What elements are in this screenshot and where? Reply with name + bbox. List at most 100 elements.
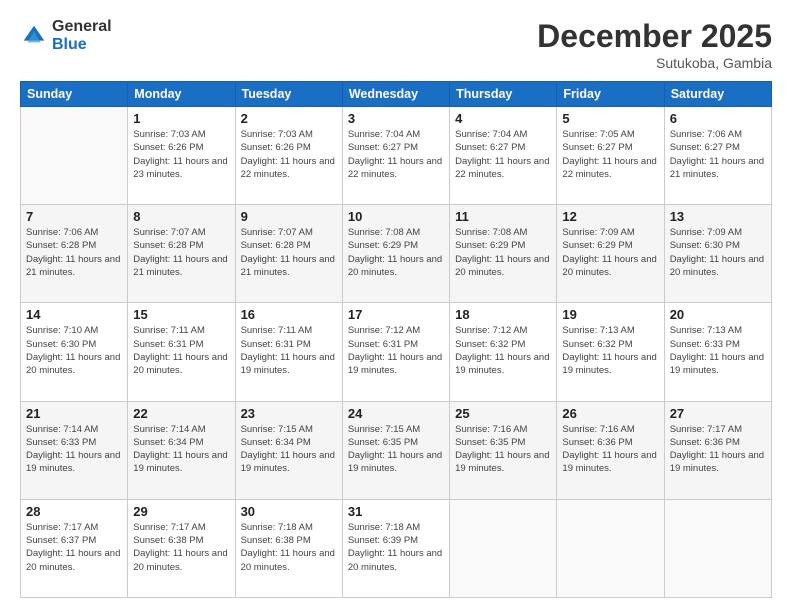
day-info: Sunrise: 7:04 AMSunset: 6:27 PMDaylight:… (455, 128, 551, 181)
calendar-week-row: 1 Sunrise: 7:03 AMSunset: 6:26 PMDaylight… (21, 107, 772, 205)
day-info: Sunrise: 7:15 AMSunset: 6:35 PMDaylight:… (348, 423, 444, 476)
day-number: 15 (133, 307, 229, 322)
calendar-cell: 15 Sunrise: 7:11 AMSunset: 6:31 PMDayligh… (128, 303, 235, 401)
col-wednesday: Wednesday (342, 82, 449, 107)
day-info: Sunrise: 7:04 AMSunset: 6:27 PMDaylight:… (348, 128, 444, 181)
day-info: Sunrise: 7:06 AMSunset: 6:27 PMDaylight:… (670, 128, 766, 181)
day-number: 4 (455, 111, 551, 126)
day-number: 8 (133, 209, 229, 224)
day-number: 6 (670, 111, 766, 126)
calendar-cell (557, 499, 664, 597)
calendar-week-row: 21 Sunrise: 7:14 AMSunset: 6:33 PMDayligh… (21, 401, 772, 499)
day-info: Sunrise: 7:11 AMSunset: 6:31 PMDaylight:… (241, 324, 337, 377)
day-number: 30 (241, 504, 337, 519)
calendar-cell: 24 Sunrise: 7:15 AMSunset: 6:35 PMDayligh… (342, 401, 449, 499)
day-number: 3 (348, 111, 444, 126)
calendar-cell: 14 Sunrise: 7:10 AMSunset: 6:30 PMDayligh… (21, 303, 128, 401)
calendar-cell: 25 Sunrise: 7:16 AMSunset: 6:35 PMDayligh… (450, 401, 557, 499)
day-number: 9 (241, 209, 337, 224)
day-number: 11 (455, 209, 551, 224)
day-info: Sunrise: 7:05 AMSunset: 6:27 PMDaylight:… (562, 128, 658, 181)
calendar-cell: 31 Sunrise: 7:18 AMSunset: 6:39 PMDayligh… (342, 499, 449, 597)
day-number: 26 (562, 406, 658, 421)
day-info: Sunrise: 7:13 AMSunset: 6:32 PMDaylight:… (562, 324, 658, 377)
calendar-cell: 20Sunrise: 7:13 AMSunset: 6:33 PMDayligh… (664, 303, 771, 401)
day-info: Sunrise: 7:17 AMSunset: 6:38 PMDaylight:… (133, 521, 229, 574)
day-info: Sunrise: 7:07 AMSunset: 6:28 PMDaylight:… (241, 226, 337, 279)
day-number: 16 (241, 307, 337, 322)
calendar-cell: 13 Sunrise: 7:09 AMSunset: 6:30 PMDayligh… (664, 205, 771, 303)
col-thursday: Thursday (450, 82, 557, 107)
day-info: Sunrise: 7:06 AMSunset: 6:28 PMDaylight:… (26, 226, 122, 279)
day-number: 31 (348, 504, 444, 519)
day-info: Sunrise: 7:16 AMSunset: 6:35 PMDaylight:… (455, 423, 551, 476)
calendar-cell: 18Sunrise: 7:12 AMSunset: 6:32 PMDayligh… (450, 303, 557, 401)
day-number: 24 (348, 406, 444, 421)
calendar-cell: 19 Sunrise: 7:13 AMSunset: 6:32 PMDayligh… (557, 303, 664, 401)
calendar-cell: 28 Sunrise: 7:17 AMSunset: 6:37 PMDayligh… (21, 499, 128, 597)
day-number: 19 (562, 307, 658, 322)
col-tuesday: Tuesday (235, 82, 342, 107)
day-number: 22 (133, 406, 229, 421)
day-info: Sunrise: 7:08 AMSunset: 6:29 PMDaylight:… (455, 226, 551, 279)
day-info: Sunrise: 7:17 AMSunset: 6:36 PMDaylight:… (670, 423, 766, 476)
calendar-cell: 29Sunrise: 7:17 AMSunset: 6:38 PMDayligh… (128, 499, 235, 597)
day-info: Sunrise: 7:14 AMSunset: 6:33 PMDaylight:… (26, 423, 122, 476)
logo-blue: Blue (52, 36, 112, 54)
day-info: Sunrise: 7:03 AMSunset: 6:26 PMDaylight:… (133, 128, 229, 181)
calendar-cell: 11 Sunrise: 7:08 AMSunset: 6:29 PMDayligh… (450, 205, 557, 303)
day-info: Sunrise: 7:13 AMSunset: 6:33 PMDaylight:… (670, 324, 766, 377)
calendar-table: Sunday Monday Tuesday Wednesday Thursday… (20, 81, 772, 598)
day-info: Sunrise: 7:07 AMSunset: 6:28 PMDaylight:… (133, 226, 229, 279)
day-number: 28 (26, 504, 122, 519)
col-monday: Monday (128, 82, 235, 107)
logo-general: General (52, 18, 112, 36)
calendar-cell (21, 107, 128, 205)
calendar-cell: 26 Sunrise: 7:16 AMSunset: 6:36 PMDayligh… (557, 401, 664, 499)
calendar-cell: 10 Sunrise: 7:08 AMSunset: 6:29 PMDayligh… (342, 205, 449, 303)
day-number: 23 (241, 406, 337, 421)
calendar-cell: 2 Sunrise: 7:03 AMSunset: 6:26 PMDaylight… (235, 107, 342, 205)
calendar-cell: 4 Sunrise: 7:04 AMSunset: 6:27 PMDaylight… (450, 107, 557, 205)
calendar-cell: 27 Sunrise: 7:17 AMSunset: 6:36 PMDayligh… (664, 401, 771, 499)
day-info: Sunrise: 7:09 AMSunset: 6:29 PMDaylight:… (562, 226, 658, 279)
calendar-week-row: 7Sunrise: 7:06 AMSunset: 6:28 PMDaylight… (21, 205, 772, 303)
day-number: 14 (26, 307, 122, 322)
logo: General Blue (20, 18, 112, 53)
day-number: 13 (670, 209, 766, 224)
day-info: Sunrise: 7:11 AMSunset: 6:31 PMDaylight:… (133, 324, 229, 377)
calendar-week-row: 14 Sunrise: 7:10 AMSunset: 6:30 PMDayligh… (21, 303, 772, 401)
month-title: December 2025 (537, 18, 772, 55)
day-number: 25 (455, 406, 551, 421)
title-area: December 2025 Sutukoba, Gambia (537, 18, 772, 71)
col-sunday: Sunday (21, 82, 128, 107)
page: General Blue December 2025 Sutukoba, Gam… (0, 0, 792, 612)
day-info: Sunrise: 7:09 AMSunset: 6:30 PMDaylight:… (670, 226, 766, 279)
day-number: 5 (562, 111, 658, 126)
calendar-cell: 30 Sunrise: 7:18 AMSunset: 6:38 PMDayligh… (235, 499, 342, 597)
day-info: Sunrise: 7:08 AMSunset: 6:29 PMDaylight:… (348, 226, 444, 279)
day-info: Sunrise: 7:12 AMSunset: 6:31 PMDaylight:… (348, 324, 444, 377)
logo-icon (20, 22, 48, 50)
day-number: 1 (133, 111, 229, 126)
day-number: 27 (670, 406, 766, 421)
header-row: Sunday Monday Tuesday Wednesday Thursday… (21, 82, 772, 107)
calendar-cell: 9 Sunrise: 7:07 AMSunset: 6:28 PMDaylight… (235, 205, 342, 303)
day-info: Sunrise: 7:15 AMSunset: 6:34 PMDaylight:… (241, 423, 337, 476)
day-info: Sunrise: 7:12 AMSunset: 6:32 PMDaylight:… (455, 324, 551, 377)
calendar-cell: 16 Sunrise: 7:11 AMSunset: 6:31 PMDayligh… (235, 303, 342, 401)
day-number: 10 (348, 209, 444, 224)
header: General Blue December 2025 Sutukoba, Gam… (20, 18, 772, 71)
calendar-cell: 21 Sunrise: 7:14 AMSunset: 6:33 PMDayligh… (21, 401, 128, 499)
calendar-cell: 17 Sunrise: 7:12 AMSunset: 6:31 PMDayligh… (342, 303, 449, 401)
day-number: 2 (241, 111, 337, 126)
day-info: Sunrise: 7:03 AMSunset: 6:26 PMDaylight:… (241, 128, 337, 181)
calendar-cell (664, 499, 771, 597)
day-number: 21 (26, 406, 122, 421)
day-info: Sunrise: 7:16 AMSunset: 6:36 PMDaylight:… (562, 423, 658, 476)
day-number: 17 (348, 307, 444, 322)
day-info: Sunrise: 7:17 AMSunset: 6:37 PMDaylight:… (26, 521, 122, 574)
day-info: Sunrise: 7:18 AMSunset: 6:38 PMDaylight:… (241, 521, 337, 574)
day-info: Sunrise: 7:10 AMSunset: 6:30 PMDaylight:… (26, 324, 122, 377)
day-info: Sunrise: 7:18 AMSunset: 6:39 PMDaylight:… (348, 521, 444, 574)
